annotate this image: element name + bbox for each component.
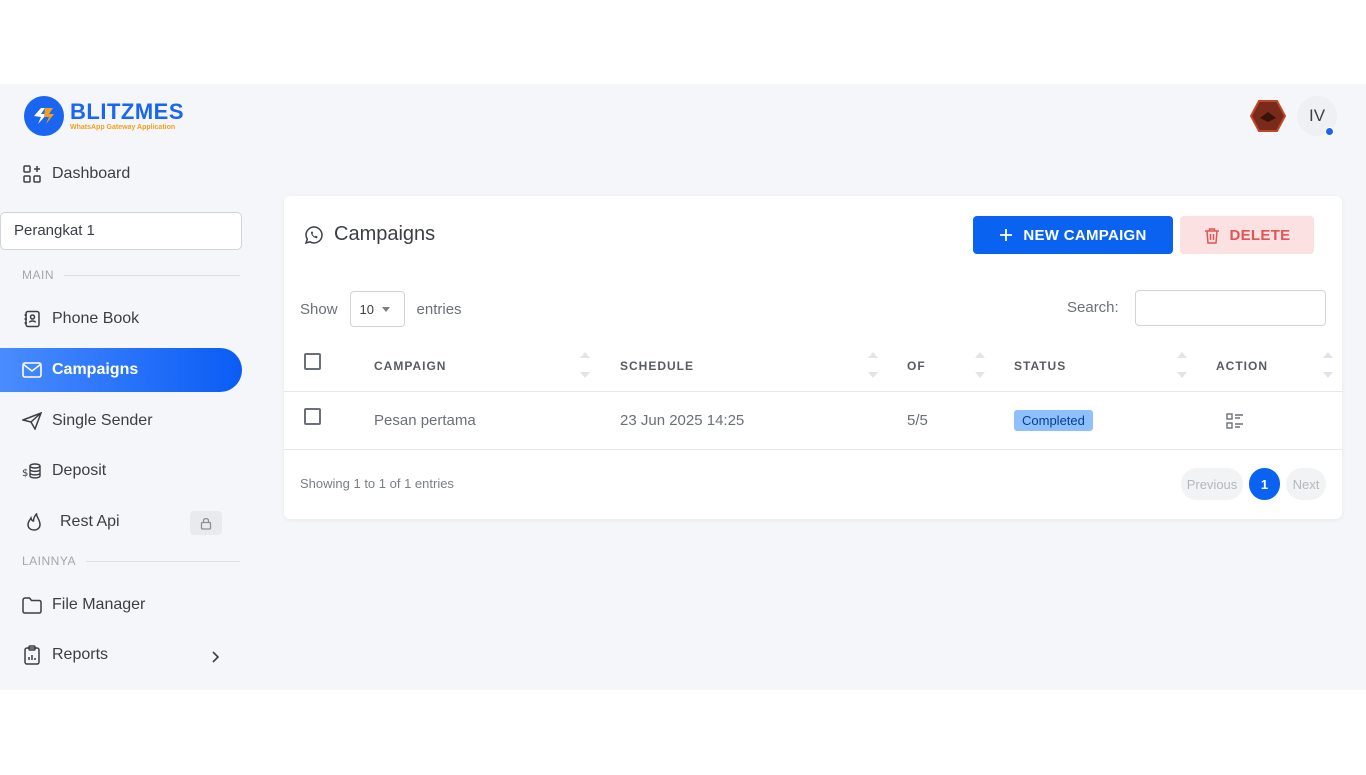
section-main: MAIN (22, 268, 240, 282)
sidebar-item-label: File Manager (52, 596, 146, 613)
sort-icon[interactable] (868, 352, 878, 378)
sidebar-item-label: Single Sender (52, 412, 153, 429)
new-campaign-button[interactable]: NEW CAMPAIGN (973, 216, 1173, 254)
sidebar-item-phone-book[interactable]: Phone Book (0, 297, 242, 341)
cell-schedule: 23 Jun 2025 14:25 (620, 412, 745, 429)
select-all-checkbox[interactable] (304, 353, 321, 370)
lightning-logo-icon (24, 96, 64, 136)
sort-icon[interactable] (975, 352, 985, 378)
campaigns-card: Campaigns NEW CAMPAIGN DELETE Show 10 en… (284, 196, 1342, 519)
table-divider (284, 391, 1342, 392)
sidebar-item-label: Campaigns (52, 361, 139, 378)
sidebar-item-dashboard[interactable]: Dashboard (0, 152, 242, 196)
details-list-icon[interactable] (1226, 413, 1244, 434)
folder-icon (22, 595, 42, 615)
column-header-of[interactable]: OF (907, 359, 926, 373)
contact-book-icon (22, 309, 42, 329)
dashboard-grid-icon (22, 164, 42, 184)
brand-tagline: WhatsApp Gateway Application (70, 123, 176, 131)
entries-label: entries (416, 300, 462, 318)
svg-text:$: $ (22, 468, 28, 479)
sort-icon[interactable] (580, 352, 590, 378)
pagination-previous[interactable]: Previous (1181, 468, 1243, 500)
brand-logo[interactable]: BLITZMES WhatsApp Gateway Application (24, 96, 184, 136)
sort-icon[interactable] (1323, 352, 1333, 378)
page-title: Campaigns (304, 223, 435, 246)
mail-icon (22, 360, 42, 380)
row-checkbox[interactable] (304, 408, 321, 425)
whatsapp-icon (304, 225, 324, 245)
brand-name: BLITZMES (70, 98, 184, 124)
sidebar-item-single-sender[interactable]: Single Sender (0, 399, 242, 443)
sort-icon[interactable] (1177, 352, 1187, 378)
column-header-campaign[interactable]: CAMPAIGN (374, 359, 446, 373)
sidebar-item-label: Reports (52, 646, 109, 663)
search-input[interactable] (1135, 290, 1326, 326)
search-label: Search: (1067, 299, 1119, 316)
column-header-status[interactable]: STATUS (1014, 359, 1066, 373)
sidebar-item-label: Deposit (52, 462, 107, 479)
coins-icon: $ (22, 461, 42, 481)
table-divider (284, 449, 1342, 450)
app-shell: BLITZMES WhatsApp Gateway Application Da… (0, 84, 1366, 690)
delete-button[interactable]: DELETE (1180, 216, 1314, 254)
sidebar-item-reports[interactable]: Reports (0, 633, 242, 677)
sidebar-item-label: Phone Book (52, 310, 140, 327)
cell-of: 5/5 (907, 412, 928, 429)
clipboard-icon (22, 645, 42, 665)
sidebar-item-file-manager[interactable]: File Manager (0, 583, 242, 627)
sidebar-item-label: Rest Api (60, 513, 120, 530)
cell-campaign: Pesan pertama (374, 412, 476, 429)
send-icon (22, 411, 42, 431)
entries-length-control: Show 10 entries (300, 291, 462, 327)
plus-icon (999, 228, 1013, 242)
fire-icon (24, 512, 44, 532)
table-info: Showing 1 to 1 of 1 entries (300, 476, 454, 491)
column-header-action[interactable]: ACTION (1216, 359, 1268, 373)
device-select[interactable]: Perangkat 1 (0, 212, 242, 250)
trash-icon (1204, 227, 1220, 244)
caret-down-icon (382, 306, 390, 312)
section-other: LAINNYA (22, 554, 240, 568)
sidebar-item-campaigns[interactable]: Campaigns (0, 348, 242, 392)
sidebar-item-deposit[interactable]: $ Deposit (0, 449, 242, 493)
pagination-next[interactable]: Next (1286, 468, 1326, 500)
hexagon-badge-icon[interactable] (1249, 100, 1287, 137)
lock-icon (190, 511, 222, 535)
sidebar-item-label: Dashboard (52, 165, 131, 182)
column-header-schedule[interactable]: SCHEDULE (620, 359, 694, 373)
chevron-right-icon[interactable] (208, 650, 222, 669)
online-status-dot (1325, 127, 1334, 136)
status-badge: Completed (1014, 410, 1093, 431)
entries-select[interactable]: 10 (349, 291, 405, 327)
pagination-page-1[interactable]: 1 (1249, 468, 1280, 500)
show-label: Show (300, 300, 338, 318)
